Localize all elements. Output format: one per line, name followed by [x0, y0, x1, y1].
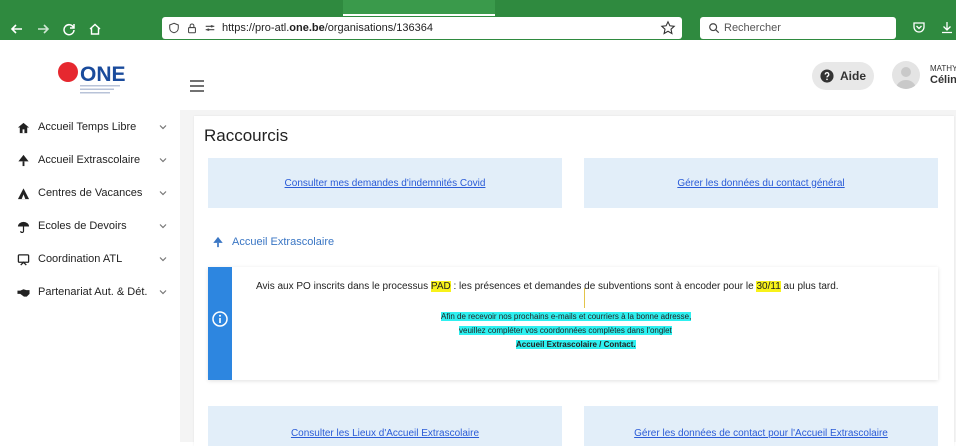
reload-icon[interactable] [62, 22, 76, 36]
lock-icon [188, 23, 196, 34]
permissions-icon [205, 25, 215, 31]
tent-icon [16, 186, 30, 200]
sidebar-item-accueil-extrascolaire[interactable]: Accueil Extrascolaire [16, 151, 167, 169]
chevron-down-icon [159, 224, 167, 229]
question-circle-icon [820, 69, 834, 83]
bookmark-star-icon[interactable] [660, 20, 676, 36]
notice-line-1: Afin de recevoir nos prochains e-mails e… [441, 312, 692, 321]
section-title-accueil-extrascolaire: Accueil Extrascolaire [212, 236, 334, 248]
chevron-down-icon [159, 158, 167, 163]
menu-hamburger-icon[interactable] [190, 80, 204, 92]
chevron-down-icon [159, 125, 167, 130]
tree-icon [213, 236, 223, 248]
pocket-icon[interactable] [912, 20, 926, 34]
notice-line-2: veuillez compléter vos coordonnées compl… [459, 326, 672, 335]
sidebar-item-label: Partenariat Aut. & Dét. [38, 286, 148, 298]
url-bar[interactable]: https://pro-atl.one.be/organisations/136… [162, 17, 682, 39]
url-path: /organisations/136364 [324, 22, 433, 34]
tree-icon [16, 153, 30, 167]
notice-text-3: au plus tard. [780, 281, 839, 292]
notice-panel: Avis aux PO inscrits dans le processus P… [208, 267, 938, 380]
user-first-name: Céline [930, 74, 956, 86]
help-button[interactable]: Aide [812, 62, 874, 90]
one-logo[interactable]: ONE [56, 58, 126, 98]
download-icon[interactable] [940, 20, 954, 34]
url-text[interactable]: https://pro-atl.one.be/organisations/136… [222, 22, 433, 34]
shortcut-covid-indemnities[interactable]: Consulter mes demandes d'indemnités Covi… [208, 158, 562, 208]
sidebar-item-label: Centres de Vacances [38, 187, 143, 199]
notice-highlight-pad: PAD [430, 281, 451, 292]
sidebar-item-label: Accueil Temps Libre [38, 121, 137, 133]
sidebar-item-ecoles-de-devoirs[interactable]: Ecoles de Devoirs [16, 217, 167, 235]
url-domain: one.be [289, 22, 325, 34]
shortcut-link[interactable]: Gérer les données du contact général [677, 178, 844, 189]
search-placeholder: Rechercher [724, 22, 781, 34]
url-prefix: https://pro-atl. [222, 22, 290, 34]
shield-icon [169, 22, 179, 34]
user-avatar[interactable] [892, 61, 920, 89]
logo-text: ONE [80, 63, 126, 86]
sidebar-item-coordination-atl[interactable]: Coordination ATL [16, 250, 167, 268]
chevron-down-icon [159, 290, 167, 295]
house-icon [16, 120, 30, 134]
sidebar-item-label: Ecoles de Devoirs [38, 220, 127, 232]
chevron-down-icon [159, 257, 167, 262]
page-title: Raccourcis [204, 126, 289, 145]
shortcut-lieux-accueil[interactable]: Consulter les Lieux d'Accueil Extrascola… [208, 406, 562, 446]
notice-highlight-date: 30/11 [756, 281, 781, 292]
notice-text-2: : les présences et demandes de subventio… [450, 281, 757, 292]
handshake-icon [16, 285, 30, 299]
notice-accent-bar [208, 267, 232, 380]
back-arrow-icon[interactable] [10, 22, 24, 36]
shortcut-general-contact[interactable]: Gérer les données du contact général [584, 158, 938, 208]
notice-line-3: Accueil Extrascolaire / Contact. [516, 340, 636, 349]
section-title-text: Accueil Extrascolaire [232, 236, 335, 248]
umbrella-icon [16, 219, 30, 233]
browser-active-tab[interactable] [343, 0, 495, 16]
browser-extensions [912, 20, 954, 34]
info-circle-icon [212, 311, 228, 327]
shortcut-link[interactable]: Consulter les Lieux d'Accueil Extrascola… [291, 428, 479, 439]
sidebar-item-centres-de-vacances[interactable]: Centres de Vacances [16, 184, 167, 202]
search-bar[interactable]: Rechercher [700, 17, 896, 39]
forward-arrow-icon[interactable] [36, 22, 50, 36]
sidebar-item-label: Coordination ATL [38, 253, 123, 265]
notice-cursor-line [584, 288, 585, 308]
browser-nav-buttons [10, 18, 102, 40]
sidebar-item-accueil-temps-libre[interactable]: Accueil Temps Libre [16, 118, 167, 136]
sidebar-item-label: Accueil Extrascolaire [38, 154, 141, 166]
notice-text-1: Avis aux PO inscrits dans le processus [256, 281, 431, 292]
shortcut-link[interactable]: Gérer les données de contact pour l'Accu… [634, 428, 888, 439]
coordination-icon [16, 252, 30, 266]
chevron-down-icon [159, 191, 167, 196]
notice-main-text: Avis aux PO inscrits dans le processus P… [256, 281, 839, 292]
shortcut-link[interactable]: Consulter mes demandes d'indemnités Covi… [285, 178, 486, 189]
help-label: Aide [839, 69, 866, 83]
sidebar-item-partenariat[interactable]: Partenariat Aut. & Dét. [16, 283, 167, 301]
user-last-name: MATHY [930, 64, 956, 73]
search-icon [709, 23, 720, 34]
shortcut-contact-accueil[interactable]: Gérer les données de contact pour l'Accu… [584, 406, 938, 446]
home-icon[interactable] [88, 22, 102, 36]
